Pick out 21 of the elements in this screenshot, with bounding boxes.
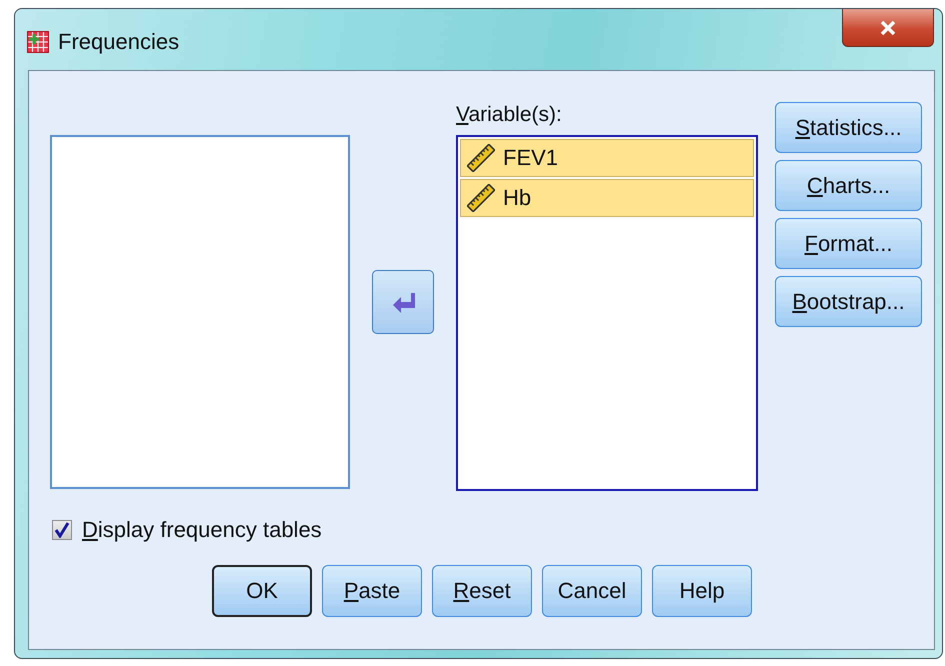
variables-list[interactable]: FEV1 Hb (456, 135, 758, 491)
dialog-button[interactable]: Format... (775, 218, 922, 269)
dialog-button[interactable]: Charts... (775, 160, 922, 211)
arrow-icon (391, 291, 415, 313)
move-button[interactable] (372, 270, 434, 334)
variable-item[interactable]: Hb (460, 179, 754, 217)
source-variable-list[interactable] (50, 135, 350, 489)
close-button[interactable] (842, 9, 934, 47)
dialog-button[interactable]: Statistics... (775, 102, 922, 153)
dialog-button[interactable]: Reset (432, 565, 532, 617)
variable-item[interactable]: FEV1 (460, 139, 754, 177)
dialog-button[interactable]: Bootstrap... (775, 276, 922, 327)
checkbox[interactable] (52, 520, 72, 540)
table-icon (27, 31, 49, 53)
dialog-button[interactable]: Cancel (542, 565, 642, 617)
checkbox-label: Display frequency tables (82, 517, 322, 543)
window-title: Frequencies (58, 29, 180, 55)
dialog-button[interactable]: OK (212, 565, 312, 617)
dialog-button[interactable]: Paste (322, 565, 422, 617)
dialog-button[interactable]: Help (652, 565, 752, 617)
variables-label: Variable(s): (456, 102, 563, 128)
